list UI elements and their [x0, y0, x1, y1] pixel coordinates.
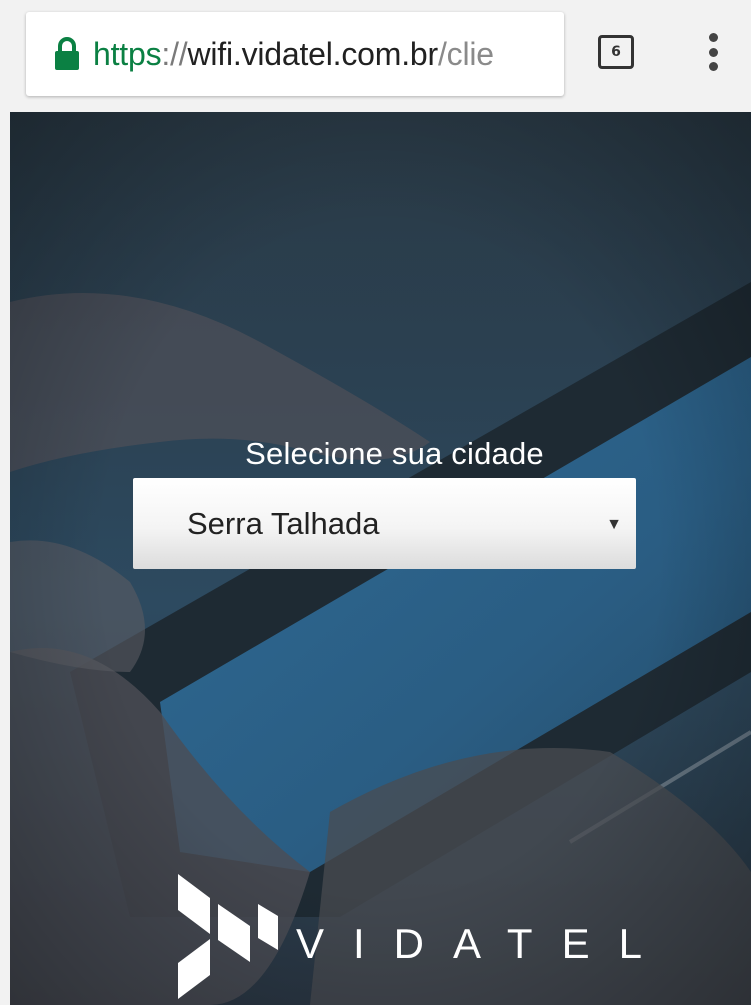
- city-select-value: Serra Talhada: [187, 505, 380, 541]
- city-select[interactable]: Serra Talhada ▼: [133, 478, 636, 569]
- logo-text: VIDATEL: [296, 920, 671, 967]
- url-scheme: https: [93, 35, 162, 72]
- dropdown-arrow-icon: ▼: [606, 516, 622, 533]
- menu-dot: [708, 47, 718, 57]
- url-host: wifi.vidatel.com.br: [187, 35, 438, 72]
- url-separator: ://: [161, 35, 188, 72]
- tab-count: 6: [611, 44, 621, 60]
- tab-switcher-icon[interactable]: 6: [598, 35, 634, 69]
- menu-dot: [708, 33, 718, 42]
- url-text: https://wifi.vidatel.com.br/clie: [93, 36, 553, 73]
- overflow-menu-icon[interactable]: [696, 30, 730, 74]
- browser-toolbar: https://wifi.vidatel.com.br/clie 6: [0, 0, 751, 112]
- lock-icon: [54, 37, 80, 71]
- url-path: /clie: [437, 35, 494, 72]
- address-bar[interactable]: https://wifi.vidatel.com.br/clie: [26, 12, 564, 96]
- page-content: Selecione sua cidade Serra Talhada ▼ VID…: [10, 112, 751, 1005]
- page-title: Selecione sua cidade: [245, 436, 544, 471]
- menu-dot: [708, 62, 718, 71]
